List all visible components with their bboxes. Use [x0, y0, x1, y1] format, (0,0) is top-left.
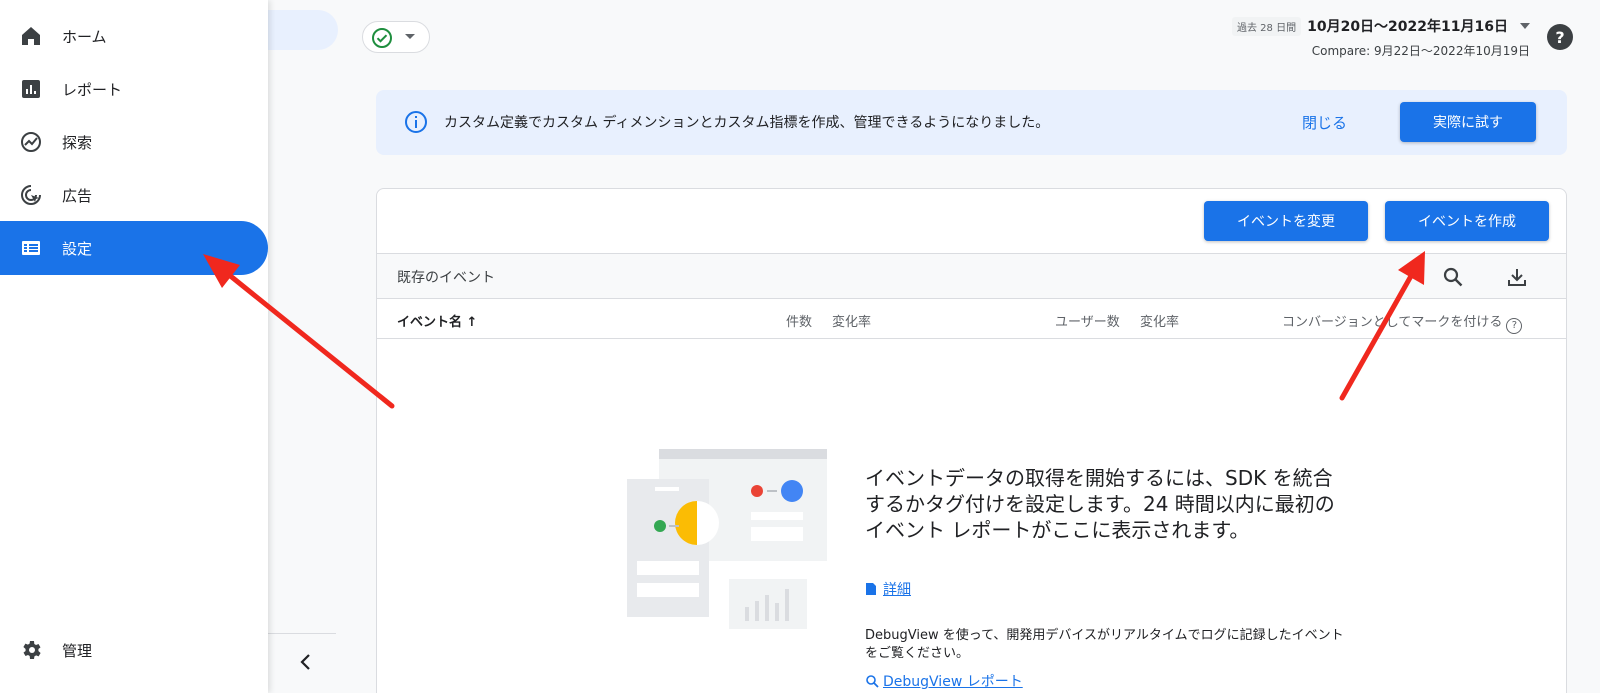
caret-down-icon [1520, 23, 1530, 29]
rail-active-indicator [268, 10, 338, 50]
column-header-count-change[interactable]: 変化率 [832, 311, 871, 330]
configure-icon [22, 241, 40, 255]
nav-item-admin[interactable]: 管理 [0, 623, 268, 677]
gear-icon [23, 641, 41, 659]
modify-event-button[interactable]: イベントを変更 [1204, 201, 1368, 241]
nav-item-label: 管理 [62, 641, 93, 660]
caret-down-icon [405, 34, 415, 39]
column-header-users[interactable]: ユーザー数 [1055, 311, 1120, 330]
info-banner: カスタム定義でカスタム ディメンションとカスタム指標を作成、管理できるようになり… [376, 90, 1567, 155]
help-icon[interactable]: ? [1547, 24, 1573, 50]
navigation-drawer: ホーム レポート 探索 広告 設定 管理 [0, 0, 268, 693]
column-header-users-change[interactable]: 変化率 [1140, 311, 1179, 330]
divider [268, 633, 336, 634]
nav-item-explore[interactable]: 探索 [0, 115, 268, 169]
column-header-conversion[interactable]: コンバージョンとしてマークを付ける? [1282, 311, 1523, 334]
nav-item-configure[interactable]: 設定 [0, 221, 268, 275]
home-icon [22, 27, 40, 45]
nav-item-label: ホーム [62, 27, 107, 46]
debugview-link-label: DebugView レポート [883, 674, 1023, 690]
download-icon[interactable] [1505, 265, 1529, 289]
events-card: イベントを変更 イベントを作成 既存のイベント イベント名 ↑ 件数 変化率 ユ… [376, 188, 1567, 693]
arrow-up-icon: ↑ [466, 315, 478, 330]
banner-close-button[interactable]: 閉じる [1302, 112, 1347, 133]
empty-state-illustration [627, 449, 827, 629]
date-range-badge: 過去 28 日間 [1232, 16, 1302, 36]
help-icon[interactable]: ? [1506, 317, 1523, 334]
nav-item-home[interactable]: ホーム [0, 9, 268, 63]
debugview-description: DebugView を使って、開発用デバイスがリアルタイムでログに記録したイベン… [865, 628, 1344, 661]
nav-item-ads[interactable]: 広告 [0, 168, 268, 222]
compare-range-text: Compare: 9月22日〜2022年10月19日 [1311, 44, 1530, 58]
document-icon [866, 583, 876, 595]
check-circle-icon [372, 28, 392, 48]
date-range-picker[interactable]: 過去 28 日間 10月20日〜2022年11月16日 Compare: 9月2… [1232, 16, 1530, 59]
chevron-left-icon[interactable] [296, 650, 316, 674]
banner-text: カスタム定義でカスタム ディメンションとカスタム指標を作成、管理できるようになり… [444, 115, 1050, 131]
empty-state-title: イベントデータの取得を開始するには、SDK を統合するかタグ付けを設定します。2… [865, 466, 1335, 542]
create-event-button[interactable]: イベントを作成 [1385, 201, 1549, 241]
bar-chart-icon [22, 80, 40, 98]
data-status-chip[interactable] [362, 21, 430, 53]
existing-events-header: 既存のイベント [377, 253, 1566, 299]
details-link-label: 詳細 [883, 582, 911, 598]
column-header-count[interactable]: 件数 [786, 311, 812, 330]
nav-item-label: 広告 [62, 186, 93, 205]
column-header-label: イベント名 [397, 315, 463, 330]
column-header-event-name[interactable]: イベント名 ↑ [397, 311, 477, 330]
search-icon[interactable] [1441, 265, 1465, 289]
section-title: 既存のイベント [397, 270, 495, 286]
nav-item-label: レポート [62, 80, 123, 99]
banner-try-button[interactable]: 実際に試す [1400, 102, 1536, 142]
table-header-row: イベント名 ↑ 件数 変化率 ユーザー数 変化率 コンバージョンとしてマークを付… [377, 299, 1566, 339]
explore-icon [21, 132, 41, 152]
nav-item-reports[interactable]: レポート [0, 62, 268, 116]
date-range-text: 10月20日〜2022年11月16日 [1307, 19, 1508, 35]
nav-item-label: 設定 [62, 239, 93, 258]
nav-rail [268, 0, 340, 693]
column-header-label: コンバージョンとしてマークを付ける [1282, 315, 1503, 330]
nav-item-label: 探索 [62, 133, 93, 152]
debug-search-icon [866, 675, 879, 688]
ads-icon [21, 185, 41, 205]
details-link[interactable]: 詳細 [865, 579, 911, 599]
debugview-link[interactable]: DebugView レポート [865, 671, 1023, 691]
info-icon [405, 111, 427, 133]
